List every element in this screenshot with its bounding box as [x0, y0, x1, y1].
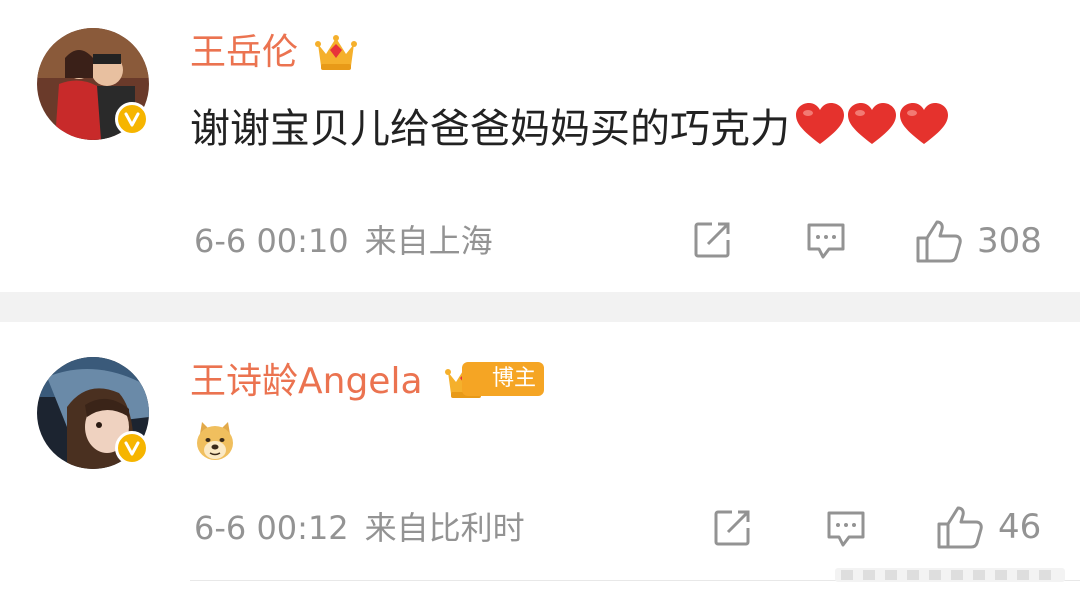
username[interactable]: 王岳伦 [190, 35, 298, 71]
comment-separator [0, 292, 1080, 322]
repost-icon [714, 510, 750, 546]
heart-icon [848, 103, 896, 144]
blogger-badge: 博主 [462, 362, 545, 396]
comment-icon [827, 511, 865, 547]
verified-badge [115, 102, 149, 136]
location-source: 来自比利时 [364, 509, 525, 547]
like-count: 46 [998, 507, 1042, 547]
comment-item: 王岳伦 谢谢宝贝儿给爸爸妈妈买的巧克力 6-6 00:10 来自上海 308 [0, 0, 1080, 292]
timestamp: 6-6 00:10 [194, 222, 349, 260]
repost-icon [694, 222, 730, 258]
heart-emoji-row [794, 102, 950, 146]
avatar[interactable] [37, 28, 149, 140]
comment-text-content: 谢谢宝贝儿给爸爸妈妈买的巧克力 [190, 106, 790, 152]
comment-icon [807, 223, 845, 259]
like-button[interactable]: 308 [915, 218, 1042, 264]
location-source: 来自上海 [364, 222, 493, 260]
comment-meta: 6-6 00:12 来自比利时 [194, 512, 525, 544]
username[interactable]: 王诗龄Angela [190, 364, 423, 400]
doge-emoji-icon [197, 422, 233, 460]
heart-icon [900, 103, 948, 144]
avatar[interactable] [37, 357, 149, 469]
thumbs-up-icon [916, 220, 962, 263]
comment-button[interactable] [805, 221, 847, 261]
comment-item: 王诗龄Angela 博主 6-6 00:12 来自比利时 46 [0, 322, 1080, 600]
comment-button[interactable] [825, 509, 867, 549]
heart-icon [796, 103, 844, 144]
like-count: 308 [977, 221, 1042, 261]
crown-icon [315, 35, 357, 70]
timestamp: 6-6 00:12 [194, 509, 349, 547]
thumbs-up-icon [937, 506, 983, 549]
comment-text: 谢谢宝贝儿给爸爸妈妈买的巧克力 [190, 102, 950, 149]
watermark-strip [835, 568, 1065, 582]
verified-badge [115, 431, 149, 465]
repost-button[interactable] [692, 220, 732, 260]
comment-meta: 6-6 00:10 来自上海 [194, 225, 493, 257]
like-button[interactable]: 46 [936, 504, 1041, 550]
repost-button[interactable] [712, 508, 752, 548]
